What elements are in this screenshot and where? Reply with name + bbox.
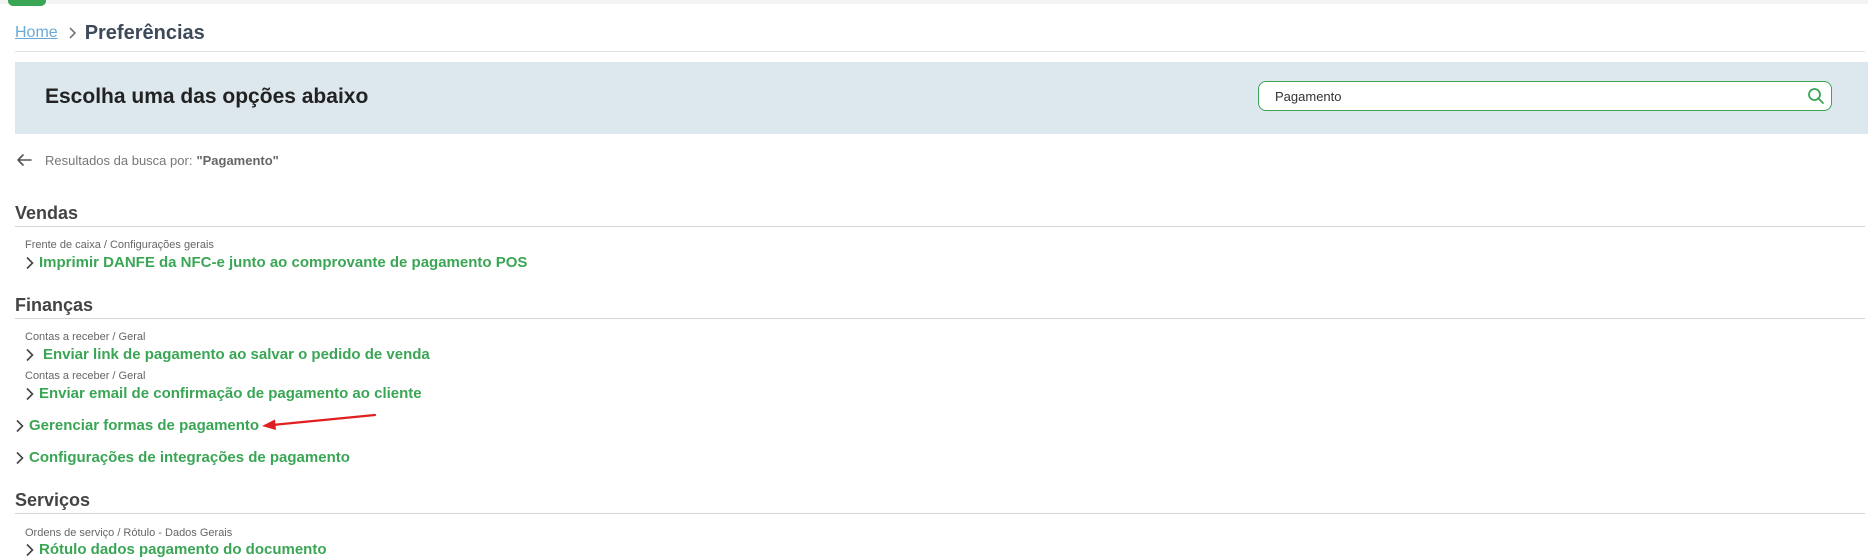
option-rotulo-dados-pagamento[interactable]: Rótulo dados pagamento do documento: [25, 541, 327, 558]
option-label: Rótulo dados pagamento do documento: [39, 541, 327, 558]
search-results-header: Resultados da busca por: "Pagamento": [15, 151, 279, 169]
chevron-right-icon: [68, 26, 77, 40]
chevron-right-icon: [16, 451, 24, 464]
option-path: Contas a receber / Geral: [25, 370, 146, 382]
section-divider: [15, 226, 1865, 227]
option-label: Gerenciar formas de pagamento: [29, 417, 260, 434]
chevron-right-icon: [26, 387, 34, 400]
option-label: Enviar link de pagamento ao salvar o ped…: [43, 346, 430, 363]
top-tab-indicator[interactable]: [8, 0, 46, 6]
search-box: [1258, 81, 1832, 111]
search-input[interactable]: [1275, 82, 1795, 110]
option-label: Enviar email de confirmação de pagamento…: [39, 385, 422, 402]
top-bar: [0, 0, 1868, 6]
chevron-right-icon: [26, 543, 34, 556]
chevron-right-icon: [26, 348, 34, 361]
results-label: Resultados da busca por:: [45, 152, 193, 168]
section-title-vendas: Vendas: [15, 203, 79, 223]
page-title: Preferências: [84, 21, 205, 44]
chevron-right-icon: [26, 256, 34, 269]
option-gerenciar-formas-pagamento[interactable]: Gerenciar formas de pagamento: [15, 417, 259, 434]
annotation-arrow-icon: [262, 413, 377, 430]
option-enviar-link-pagamento[interactable]: Enviar link de pagamento ao salvar o ped…: [25, 346, 430, 363]
option-path: Ordens de serviço / Rótulo - Dados Gerai…: [25, 527, 233, 539]
option-configuracoes-integracoes-pagamento[interactable]: Configurações de integrações de pagament…: [15, 449, 350, 466]
section-title-financas: Finanças: [15, 295, 94, 315]
back-arrow-icon[interactable]: [15, 151, 33, 169]
option-label: Configurações de integrações de pagament…: [29, 449, 350, 466]
breadcrumb: Home Preferências: [15, 18, 205, 48]
section-title-servicos: Serviços: [15, 490, 91, 510]
section-divider: [15, 318, 1865, 319]
results-query: "Pagamento": [196, 152, 279, 168]
option-path: Contas a receber / Geral: [25, 331, 146, 343]
option-path: Frente de caixa / Configurações gerais: [25, 239, 214, 251]
divider: [15, 51, 1865, 52]
search-icon[interactable]: [1807, 87, 1825, 105]
chevron-right-icon: [16, 419, 24, 432]
options-banner: Escolha uma das opções abaixo: [15, 62, 1868, 134]
option-enviar-email-confirmacao[interactable]: Enviar email de confirmação de pagamento…: [25, 385, 422, 402]
option-label: Imprimir DANFE da NFC-e junto ao comprov…: [39, 254, 528, 271]
breadcrumb-home-link[interactable]: Home: [15, 24, 58, 42]
section-divider: [15, 513, 1865, 514]
banner-title: Escolha uma das opções abaixo: [45, 85, 369, 108]
option-imprimir-danfe[interactable]: Imprimir DANFE da NFC-e junto ao comprov…: [25, 254, 527, 271]
